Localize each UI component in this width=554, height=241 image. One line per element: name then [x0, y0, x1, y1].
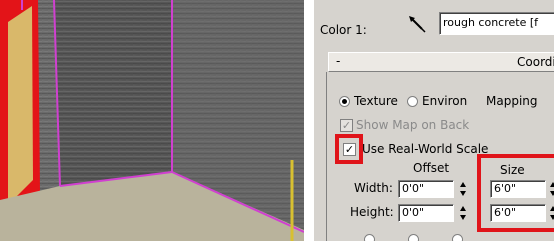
environ-radio[interactable]	[407, 96, 418, 107]
show-map-on-back-label: Show Map on Back	[356, 118, 470, 132]
texture-radio-label: Texture	[354, 94, 398, 108]
partial-radio[interactable]	[364, 234, 375, 241]
texture-radio[interactable]	[339, 96, 350, 107]
concrete-column-front	[54, 0, 172, 186]
environ-radio-label: Environ	[422, 94, 468, 108]
3d-viewport[interactable]	[0, 0, 304, 241]
width-label: Width:	[354, 181, 393, 195]
partial-radio[interactable]	[452, 234, 463, 241]
offset-width-spinner[interactable]	[460, 180, 467, 198]
rollout-title: Coordin	[517, 55, 554, 69]
offset-height-spinner[interactable]	[460, 204, 467, 222]
eyedropper-icon	[409, 16, 426, 33]
rollout-collapse-toggle[interactable]: -	[336, 54, 340, 68]
offset-height-field[interactable]: 0'0"	[398, 204, 454, 222]
show-map-on-back-checkbox[interactable]: ✓	[340, 119, 353, 132]
pick-map-icon[interactable]	[407, 14, 427, 36]
highlight-box-real-world-scale	[335, 134, 363, 164]
map-name-field[interactable]: rough concrete [f	[439, 12, 554, 35]
use-real-world-scale-label: Use Real-World Scale	[362, 142, 489, 156]
highlight-box-size	[477, 154, 554, 232]
offset-header: Offset	[413, 161, 450, 175]
material-editor-panel: Color 1: rough concrete [f - Coordin Tex…	[314, 0, 554, 241]
viewport-render	[0, 0, 304, 241]
partial-radio[interactable]	[408, 234, 419, 241]
separator	[304, 0, 314, 241]
offset-width-field[interactable]: 0'0"	[398, 180, 454, 198]
color-1-label: Color 1:	[320, 23, 367, 37]
height-label: Height:	[350, 205, 394, 219]
rollout-border	[326, 72, 327, 241]
yellow-panel	[8, 6, 33, 205]
mapping-label: Mapping	[486, 94, 538, 108]
